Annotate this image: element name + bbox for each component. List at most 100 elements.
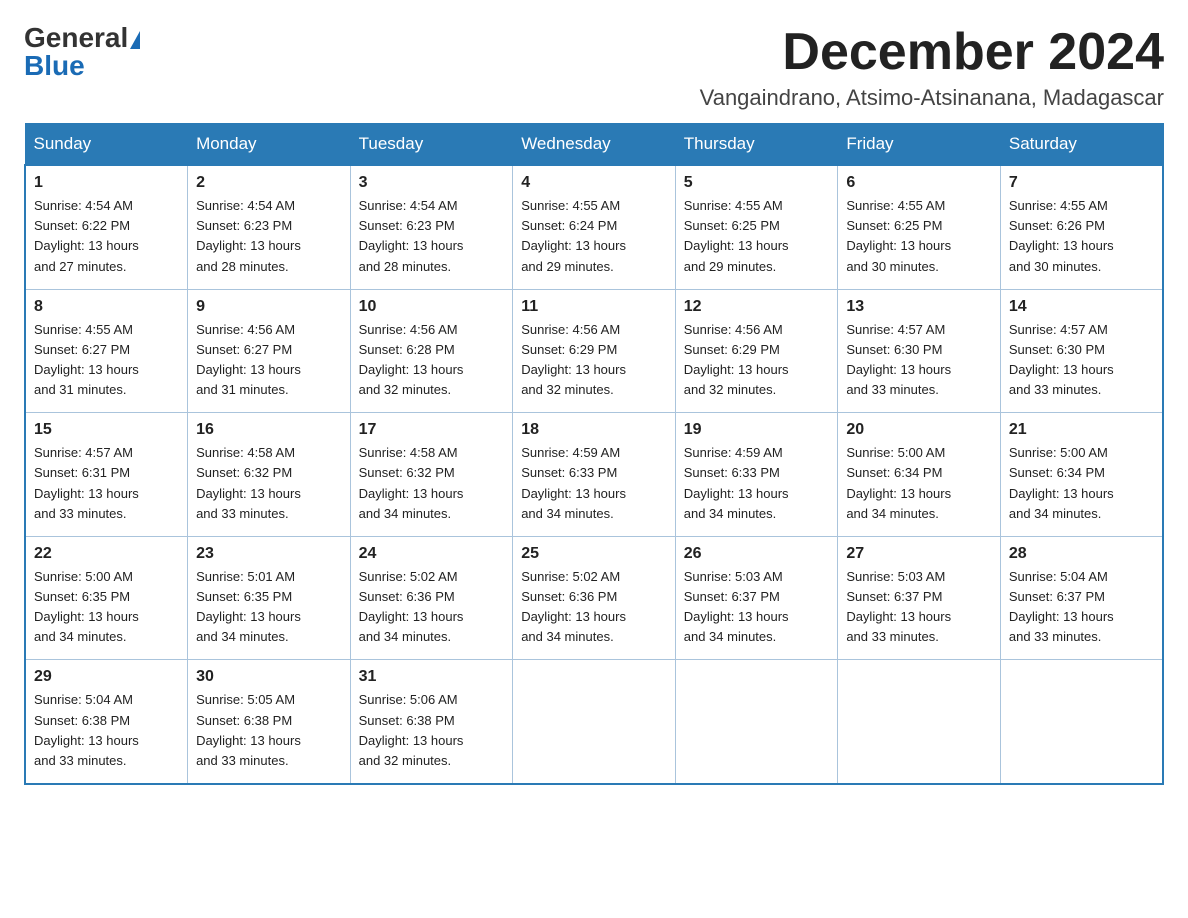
calendar-day-25: 25Sunrise: 5:02 AMSunset: 6:36 PMDayligh… [513,536,676,660]
day-info: Sunrise: 5:00 AMSunset: 6:35 PMDaylight:… [34,567,179,648]
day-info: Sunrise: 5:04 AMSunset: 6:38 PMDaylight:… [34,690,179,771]
calendar-table: SundayMondayTuesdayWednesdayThursdayFrid… [24,123,1164,785]
header-day-monday: Monday [188,124,351,166]
logo-blue-text: Blue [24,52,85,80]
day-info: Sunrise: 5:03 AMSunset: 6:37 PMDaylight:… [684,567,830,648]
day-info: Sunrise: 4:55 AMSunset: 6:24 PMDaylight:… [521,196,667,277]
calendar-day-8: 8 Sunrise: 4:55 AMSunset: 6:27 PMDaylight… [25,289,188,413]
day-number: 5 [684,174,830,192]
day-info: Sunrise: 5:03 AMSunset: 6:37 PMDaylight:… [846,567,992,648]
day-number: 22 [34,545,179,563]
calendar-week-row: 22 Sunrise: 5:00 AMSunset: 6:35 PMDayligh… [25,536,1163,660]
calendar-day-5: 5Sunrise: 4:55 AMSunset: 6:25 PMDaylight… [675,165,838,289]
calendar-day-22: 22 Sunrise: 5:00 AMSunset: 6:35 PMDayligh… [25,536,188,660]
calendar-empty-cell [838,660,1001,784]
calendar-day-4: 4 Sunrise: 4:55 AMSunset: 6:24 PMDaylight… [513,165,676,289]
calendar-week-row: 29 Sunrise: 5:04 AMSunset: 6:38 PMDayligh… [25,660,1163,784]
day-info: Sunrise: 4:54 AMSunset: 6:22 PMDaylight:… [34,196,179,277]
day-info: Sunrise: 4:55 AMSunset: 6:26 PMDaylight:… [1009,196,1154,277]
calendar-day-15: 15 Sunrise: 4:57 AMSunset: 6:31 PMDayligh… [25,413,188,537]
day-info: Sunrise: 4:59 AMSunset: 6:33 PMDaylight:… [521,443,667,524]
day-number: 15 [34,421,179,439]
day-number: 12 [684,298,830,316]
day-number: 4 [521,174,667,192]
calendar-week-row: 15 Sunrise: 4:57 AMSunset: 6:31 PMDayligh… [25,413,1163,537]
day-info: Sunrise: 4:56 AMSunset: 6:27 PMDaylight:… [196,320,342,401]
header-day-thursday: Thursday [675,124,838,166]
day-info: Sunrise: 4:57 AMSunset: 6:30 PMDaylight:… [1009,320,1154,401]
logo: General Blue [24,24,140,80]
title-area: December 2024 Vangaindrano, Atsimo-Atsin… [700,24,1164,111]
day-number: 26 [684,545,830,563]
day-info: Sunrise: 5:04 AMSunset: 6:37 PMDaylight:… [1009,567,1154,648]
day-info: Sunrise: 4:57 AMSunset: 6:30 PMDaylight:… [846,320,992,401]
calendar-header-row: SundayMondayTuesdayWednesdayThursdayFrid… [25,124,1163,166]
logo-general-text: General [24,24,140,52]
day-number: 7 [1009,174,1154,192]
calendar-day-24: 24Sunrise: 5:02 AMSunset: 6:36 PMDayligh… [350,536,513,660]
day-info: Sunrise: 4:57 AMSunset: 6:31 PMDaylight:… [34,443,179,524]
day-number: 21 [1009,421,1154,439]
calendar-day-11: 11Sunrise: 4:56 AMSunset: 6:29 PMDayligh… [513,289,676,413]
calendar-day-31: 31Sunrise: 5:06 AMSunset: 6:38 PMDayligh… [350,660,513,784]
calendar-day-26: 26 Sunrise: 5:03 AMSunset: 6:37 PMDayligh… [675,536,838,660]
day-number: 17 [359,421,505,439]
day-info: Sunrise: 5:02 AMSunset: 6:36 PMDaylight:… [359,567,505,648]
day-number: 16 [196,421,342,439]
day-number: 29 [34,668,179,686]
calendar-day-30: 30Sunrise: 5:05 AMSunset: 6:38 PMDayligh… [188,660,351,784]
day-info: Sunrise: 4:54 AMSunset: 6:23 PMDaylight:… [359,196,505,277]
day-info: Sunrise: 4:56 AMSunset: 6:29 PMDaylight:… [521,320,667,401]
day-number: 8 [34,298,179,316]
calendar-empty-cell [1000,660,1163,784]
day-number: 1 [34,174,179,192]
day-number: 14 [1009,298,1154,316]
calendar-day-9: 9 Sunrise: 4:56 AMSunset: 6:27 PMDaylight… [188,289,351,413]
calendar-day-3: 3 Sunrise: 4:54 AMSunset: 6:23 PMDaylight… [350,165,513,289]
calendar-day-29: 29 Sunrise: 5:04 AMSunset: 6:38 PMDayligh… [25,660,188,784]
day-number: 2 [196,174,342,192]
calendar-week-row: 8 Sunrise: 4:55 AMSunset: 6:27 PMDaylight… [25,289,1163,413]
calendar-day-6: 6Sunrise: 4:55 AMSunset: 6:25 PMDaylight… [838,165,1001,289]
day-info: Sunrise: 5:00 AMSunset: 6:34 PMDaylight:… [846,443,992,524]
day-info: Sunrise: 4:54 AMSunset: 6:23 PMDaylight:… [196,196,342,277]
calendar-day-12: 12 Sunrise: 4:56 AMSunset: 6:29 PMDayligh… [675,289,838,413]
day-number: 13 [846,298,992,316]
calendar-day-17: 17 Sunrise: 4:58 AMSunset: 6:32 PMDayligh… [350,413,513,537]
calendar-day-19: 19Sunrise: 4:59 AMSunset: 6:33 PMDayligh… [675,413,838,537]
calendar-week-row: 1 Sunrise: 4:54 AMSunset: 6:22 PMDaylight… [25,165,1163,289]
day-number: 9 [196,298,342,316]
header-day-wednesday: Wednesday [513,124,676,166]
calendar-day-7: 7 Sunrise: 4:55 AMSunset: 6:26 PMDaylight… [1000,165,1163,289]
month-title: December 2024 [700,24,1164,81]
day-number: 25 [521,545,667,563]
calendar-day-23: 23 Sunrise: 5:01 AMSunset: 6:35 PMDayligh… [188,536,351,660]
day-info: Sunrise: 4:55 AMSunset: 6:27 PMDaylight:… [34,320,179,401]
location-title: Vangaindrano, Atsimo-Atsinanana, Madagas… [700,85,1164,111]
calendar-day-1: 1 Sunrise: 4:54 AMSunset: 6:22 PMDaylight… [25,165,188,289]
day-info: Sunrise: 5:00 AMSunset: 6:34 PMDaylight:… [1009,443,1154,524]
day-info: Sunrise: 4:58 AMSunset: 6:32 PMDaylight:… [359,443,505,524]
day-info: Sunrise: 4:55 AMSunset: 6:25 PMDaylight:… [846,196,992,277]
day-number: 27 [846,545,992,563]
day-number: 30 [196,668,342,686]
header-day-tuesday: Tuesday [350,124,513,166]
calendar-day-27: 27 Sunrise: 5:03 AMSunset: 6:37 PMDayligh… [838,536,1001,660]
day-number: 18 [521,421,667,439]
day-info: Sunrise: 4:56 AMSunset: 6:28 PMDaylight:… [359,320,505,401]
day-number: 23 [196,545,342,563]
header-day-friday: Friday [838,124,1001,166]
day-info: Sunrise: 4:59 AMSunset: 6:33 PMDaylight:… [684,443,830,524]
day-number: 3 [359,174,505,192]
day-number: 20 [846,421,992,439]
calendar-day-13: 13 Sunrise: 4:57 AMSunset: 6:30 PMDayligh… [838,289,1001,413]
header-day-saturday: Saturday [1000,124,1163,166]
day-info: Sunrise: 5:01 AMSunset: 6:35 PMDaylight:… [196,567,342,648]
calendar-day-18: 18 Sunrise: 4:59 AMSunset: 6:33 PMDayligh… [513,413,676,537]
header-day-sunday: Sunday [25,124,188,166]
header: General Blue December 2024 Vangaindrano,… [24,24,1164,111]
day-number: 10 [359,298,505,316]
day-number: 31 [359,668,505,686]
calendar-day-20: 20 Sunrise: 5:00 AMSunset: 6:34 PMDayligh… [838,413,1001,537]
day-info: Sunrise: 4:56 AMSunset: 6:29 PMDaylight:… [684,320,830,401]
